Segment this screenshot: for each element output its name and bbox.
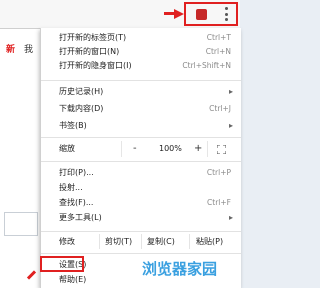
menu-separator <box>41 253 241 254</box>
downloads-shortcut: Ctrl+J <box>209 104 231 113</box>
edit-row: 修改 剪切(T) 复制(C) 粘贴(P) <box>41 234 241 249</box>
find-shortcut: Ctrl+F <box>207 198 231 207</box>
annotation-arrow-head <box>174 9 184 19</box>
incognito-shortcut: Ctrl+Shift+N <box>182 61 231 70</box>
help-label: 帮助(E) <box>59 275 87 284</box>
more-tools-label: 更多工具(L) <box>59 213 102 222</box>
print-label: 打印(P)... <box>59 168 94 177</box>
menu-item-incognito[interactable]: 打开新的隐身窗口(I) Ctrl+Shift+N <box>41 59 241 72</box>
cut-button[interactable]: 剪切(T) <box>105 234 132 249</box>
incognito-label: 打开新的隐身窗口(I) <box>59 61 132 70</box>
zoom-value: 100% <box>159 144 182 153</box>
page-input-box[interactable] <box>4 212 38 236</box>
menu-item-history[interactable]: 历史记录(H) ▸ <box>41 85 241 98</box>
page-text: 我 <box>24 45 34 55</box>
menu-separator <box>41 161 241 162</box>
downloads-label: 下载内容(D) <box>59 104 104 113</box>
menu-item-more-tools[interactable]: 更多工具(L) ▸ <box>41 211 241 224</box>
extension-icon[interactable] <box>196 9 207 20</box>
zoom-divider <box>207 141 208 157</box>
history-label: 历史记录(H) <box>59 87 104 96</box>
zoom-label: 缩放 <box>59 144 75 153</box>
menu-item-bookmarks[interactable]: 书签(B) ▸ <box>41 119 241 132</box>
copy-button[interactable]: 复制(C) <box>147 234 175 249</box>
paste-button[interactable]: 粘贴(P) <box>196 234 223 249</box>
annotation-settings-box <box>40 256 84 272</box>
page-content-strip: 新 我 <box>0 28 41 288</box>
menu-item-cast[interactable]: 投射... <box>41 181 241 194</box>
menu-separator <box>41 137 241 138</box>
menu-separator <box>41 231 241 232</box>
zoom-row: 缩放 - 100% + <box>41 141 241 157</box>
edit-label: 修改 <box>59 237 75 246</box>
page-red-text: 新 <box>6 45 16 55</box>
menu-item-print[interactable]: 打印(P)... Ctrl+P <box>41 166 241 179</box>
browser-toolbar <box>0 0 240 29</box>
menu-item-new-window[interactable]: 打开新的窗口(N) Ctrl+N <box>41 45 241 58</box>
menu-kebab-icon[interactable] <box>219 6 233 22</box>
new-tab-label: 打开新的标签页(T) <box>59 33 127 42</box>
zoom-in-button[interactable]: + <box>194 141 202 157</box>
new-window-label: 打开新的窗口(N) <box>59 47 120 56</box>
new-window-shortcut: Ctrl+N <box>205 47 231 56</box>
chevron-right-icon: ▸ <box>228 213 233 222</box>
chevron-right-icon: ▸ <box>228 87 233 96</box>
chevron-right-icon: ▸ <box>228 121 233 130</box>
cast-label: 投射... <box>59 183 83 192</box>
print-shortcut: Ctrl+P <box>206 168 231 177</box>
zoom-out-button[interactable]: - <box>133 141 137 157</box>
fullscreen-icon[interactable] <box>217 145 226 154</box>
site-watermark: 浏览器家园 <box>142 260 218 278</box>
menu-item-downloads[interactable]: 下载内容(D) Ctrl+J <box>41 102 241 115</box>
bookmarks-label: 书签(B) <box>59 121 87 130</box>
chrome-main-menu: 打开新的标签页(T) Ctrl+T 打开新的窗口(N) Ctrl+N 打开新的隐… <box>40 28 241 288</box>
menu-item-new-tab[interactable]: 打开新的标签页(T) Ctrl+T <box>41 31 241 44</box>
zoom-divider <box>121 141 122 157</box>
menu-separator <box>41 80 241 81</box>
new-tab-shortcut: Ctrl+T <box>206 33 231 42</box>
find-label: 查找(F)... <box>59 198 94 207</box>
menu-item-find[interactable]: 查找(F)... Ctrl+F <box>41 196 241 209</box>
